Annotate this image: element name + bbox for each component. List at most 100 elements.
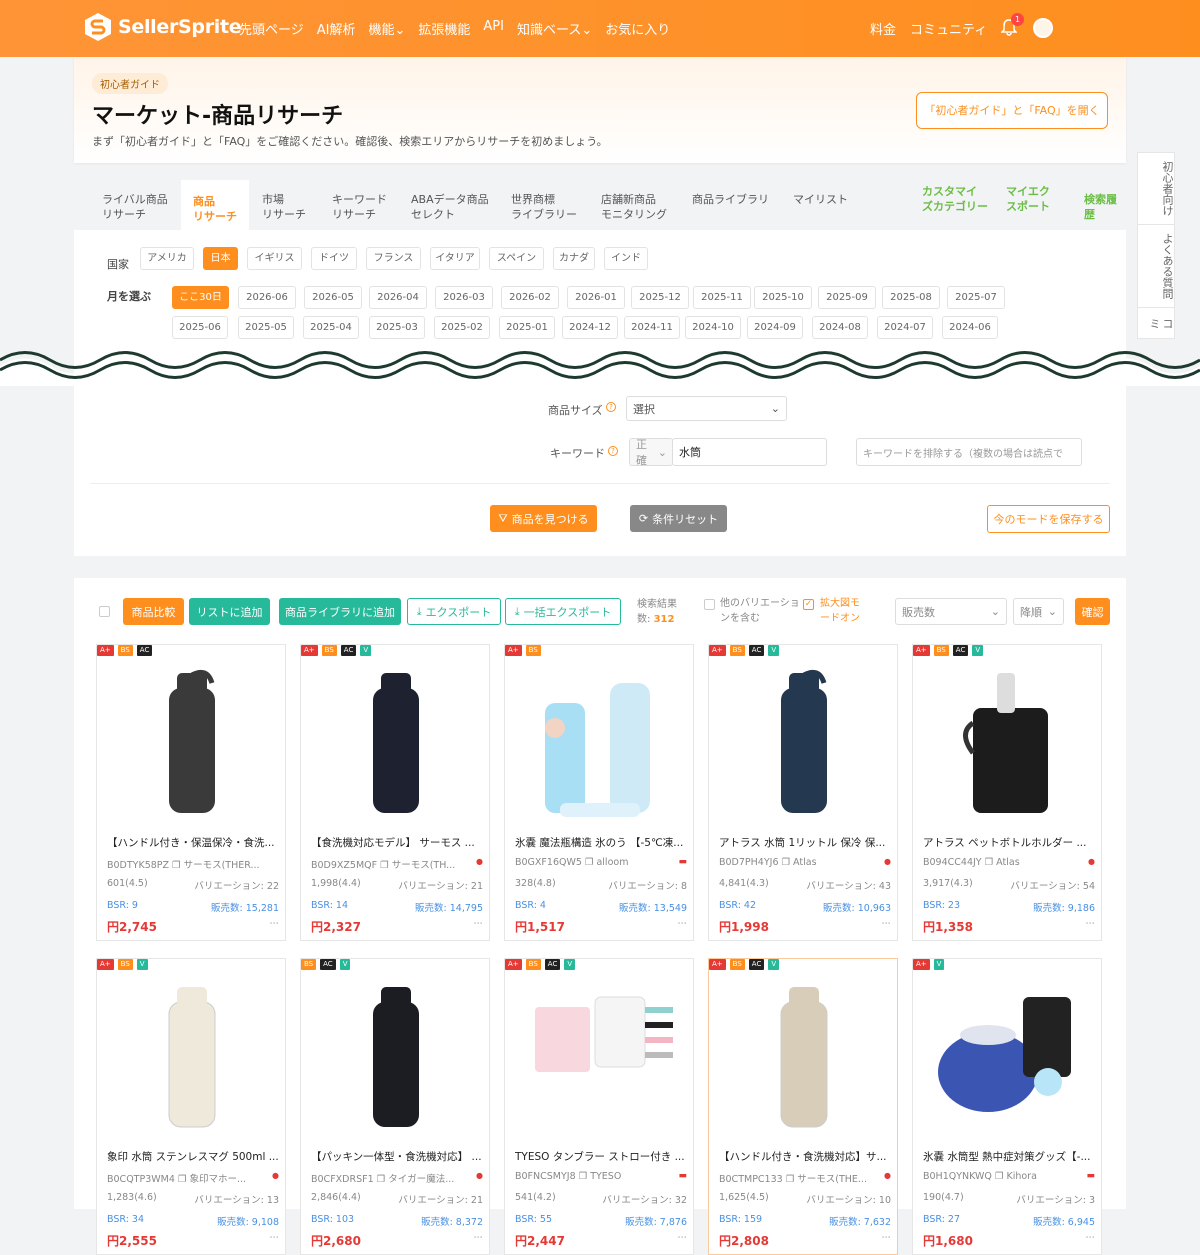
- brand-logo[interactable]: SellerSprite: [84, 12, 242, 42]
- find-products-button[interactable]: ⛛ 商品を見つける: [490, 505, 597, 532]
- more-icon[interactable]: ⋯: [1086, 1232, 1096, 1249]
- month-chip[interactable]: 2025-05: [238, 316, 294, 339]
- product-image[interactable]: [117, 663, 267, 823]
- country-chip[interactable]: 日本: [203, 247, 238, 270]
- product-sales[interactable]: 販売数: 6,945: [1033, 1214, 1095, 1228]
- tab-3[interactable]: キーワード リサーチ: [332, 192, 387, 222]
- month-chip[interactable]: 2025-08: [882, 286, 940, 309]
- side-help-item[interactable]: コミ: [1138, 308, 1174, 338]
- month-chip[interactable]: 2026-05: [304, 286, 362, 309]
- product-image[interactable]: [729, 663, 879, 823]
- help-icon[interactable]: ?: [606, 402, 616, 412]
- side-help-item[interactable]: 初心者向け: [1138, 153, 1174, 225]
- tab-4[interactable]: ABAデータ商品 セレクト: [411, 192, 489, 222]
- product-bsr[interactable]: BSR: 14: [311, 900, 348, 914]
- add-to-list-button[interactable]: リストに追加: [189, 598, 270, 625]
- tab-green-1[interactable]: マイエク スポート: [1006, 184, 1050, 214]
- product-card[interactable]: A+ BS AC V 【ハンドル付き・食洗機対応】サ... B0CTMPC133 ❐ サー…: [708, 958, 898, 1255]
- product-asin[interactable]: B0H1QYNKWQ ❐ Kihora: [923, 1171, 1037, 1182]
- product-title[interactable]: アトラス ペットボトルホルダー ...: [923, 835, 1095, 850]
- help-icon[interactable]: ?: [608, 446, 618, 456]
- size-select[interactable]: 選択 ⌄: [626, 396, 787, 421]
- match-mode-select[interactable]: 正確 ⌄: [629, 438, 673, 467]
- month-chip[interactable]: 2025-10: [754, 286, 812, 309]
- country-chip[interactable]: イギリス: [247, 247, 302, 270]
- variation-checkbox[interactable]: [704, 599, 715, 610]
- product-image[interactable]: [117, 977, 267, 1137]
- zoom-checkbox[interactable]: ✓: [803, 599, 814, 610]
- month-chip[interactable]: 2026-06: [238, 286, 296, 309]
- more-icon[interactable]: ⋯: [270, 918, 280, 935]
- country-chip[interactable]: スペイン: [489, 247, 544, 270]
- product-image[interactable]: [525, 977, 675, 1137]
- month-chip[interactable]: 2025-02: [434, 316, 490, 339]
- order-select[interactable]: 降順 ⌄: [1013, 598, 1064, 625]
- country-chip[interactable]: カナダ: [553, 247, 595, 270]
- product-image[interactable]: [933, 977, 1083, 1137]
- nav-item[interactable]: 機能⌄: [368, 19, 405, 38]
- nav-item[interactable]: お気に入り: [605, 19, 670, 38]
- month-chip[interactable]: ここ30日: [172, 286, 229, 309]
- side-help-item[interactable]: よくある質問: [1138, 225, 1174, 308]
- product-title[interactable]: 【食洗機対応モデル】 サーモス ...: [311, 835, 483, 850]
- bulk-export-button[interactable]: ⤓ 一括エクスポート: [505, 598, 621, 625]
- compare-button[interactable]: 商品比較: [123, 598, 184, 625]
- product-bsr[interactable]: BSR: 103: [311, 1214, 354, 1228]
- product-bsr[interactable]: BSR: 23: [923, 900, 960, 914]
- product-title[interactable]: 氷嚢 水筒型 熱中症対策グッズ【-...: [923, 1149, 1095, 1164]
- product-card[interactable]: A+ BS 氷嚢 魔法瓶構造 氷のう 【-5℃凍... B0GXF16QW5 ❐ al…: [504, 644, 694, 941]
- tab-green-0[interactable]: カスタマイ ズカテゴリー: [922, 184, 988, 214]
- month-chip[interactable]: 2025-06: [172, 316, 228, 339]
- month-chip[interactable]: 2025-07: [947, 286, 1005, 309]
- nav-item[interactable]: 先頭ページ: [239, 19, 304, 38]
- product-title[interactable]: 【ハンドル付き・食洗機対応】サ...: [719, 1149, 891, 1164]
- country-chip[interactable]: アメリカ: [140, 247, 194, 270]
- product-sales[interactable]: 販売数: 7,876: [625, 1214, 687, 1228]
- product-bsr[interactable]: BSR: 55: [515, 1214, 552, 1228]
- product-title[interactable]: 【パッキン一体型・食洗機対応】 ...: [311, 1149, 483, 1164]
- more-icon[interactable]: ⋯: [678, 1232, 688, 1249]
- product-image[interactable]: [321, 977, 471, 1137]
- product-image[interactable]: [933, 663, 1083, 823]
- nav-item[interactable]: 知識ベース⌄: [517, 19, 592, 38]
- save-mode-button[interactable]: 今のモードを保存する: [987, 505, 1110, 533]
- product-sales[interactable]: 販売数: 9,186: [1033, 900, 1095, 914]
- product-bsr[interactable]: BSR: 34: [107, 1214, 144, 1228]
- product-title[interactable]: アトラス 水筒 1リットル 保冷 保...: [719, 835, 891, 850]
- month-chip[interactable]: 2025-01: [499, 316, 555, 339]
- product-bsr[interactable]: BSR: 4: [515, 900, 546, 914]
- product-sales[interactable]: 販売数: 10,963: [823, 900, 891, 914]
- more-icon[interactable]: ⋯: [882, 1232, 892, 1249]
- month-chip[interactable]: 2024-10: [685, 316, 741, 339]
- product-card[interactable]: A+ BS V 象印 水筒 ステンレスマグ 500ml ... B0CQTP3WM4 ❐…: [96, 958, 286, 1255]
- product-image[interactable]: [321, 663, 471, 823]
- tab-8[interactable]: マイリスト: [793, 192, 848, 207]
- product-sales[interactable]: 販売数: 8,372: [421, 1214, 483, 1228]
- avatar[interactable]: [1033, 18, 1053, 38]
- month-chip[interactable]: 2024-12: [562, 316, 618, 339]
- product-title[interactable]: 象印 水筒 ステンレスマグ 500ml ...: [107, 1149, 279, 1164]
- month-chip[interactable]: 2024-06: [942, 316, 998, 339]
- tab-green-2[interactable]: 検索履歴: [1084, 192, 1126, 222]
- month-chip[interactable]: 2026-04: [369, 286, 427, 309]
- export-button[interactable]: ⤓ エクスポート: [407, 598, 501, 625]
- country-chip[interactable]: ドイツ: [311, 247, 357, 270]
- product-card[interactable]: A+ BS AC V 【食洗機対応モデル】 サーモス ... B0D9XZ5MQF ❐ サ…: [300, 644, 490, 941]
- product-asin[interactable]: B0D9XZ5MQF ❐ サーモス(TH...: [311, 857, 455, 871]
- product-image[interactable]: [525, 663, 675, 823]
- product-bsr[interactable]: BSR: 9: [107, 900, 138, 914]
- product-bsr[interactable]: BSR: 42: [719, 900, 756, 914]
- product-title[interactable]: 【ハンドル付き・保温保冷・食洗...: [107, 835, 279, 850]
- tab-7[interactable]: 商品ライブラリ: [692, 192, 769, 207]
- tab-2[interactable]: 市場 リサーチ: [262, 192, 306, 222]
- more-icon[interactable]: ⋯: [270, 1232, 280, 1249]
- month-chip[interactable]: 2026-03: [435, 286, 493, 309]
- more-icon[interactable]: ⋯: [882, 918, 892, 935]
- add-to-library-button[interactable]: 商品ライブラリに追加: [279, 598, 401, 625]
- tab-0[interactable]: ライバル商品 リサーチ: [102, 192, 168, 222]
- product-card[interactable]: A+ V 氷嚢 水筒型 熱中症対策グッズ【-... B0H1QYNKWQ ❐ Kiho…: [912, 958, 1102, 1255]
- product-sales[interactable]: 販売数: 7,632: [829, 1214, 891, 1228]
- open-guide-button[interactable]: 「初心者ガイド」と「FAQ」を開く: [916, 92, 1108, 129]
- month-chip[interactable]: 2024-08: [812, 316, 868, 339]
- month-chip[interactable]: 2026-01: [567, 286, 625, 309]
